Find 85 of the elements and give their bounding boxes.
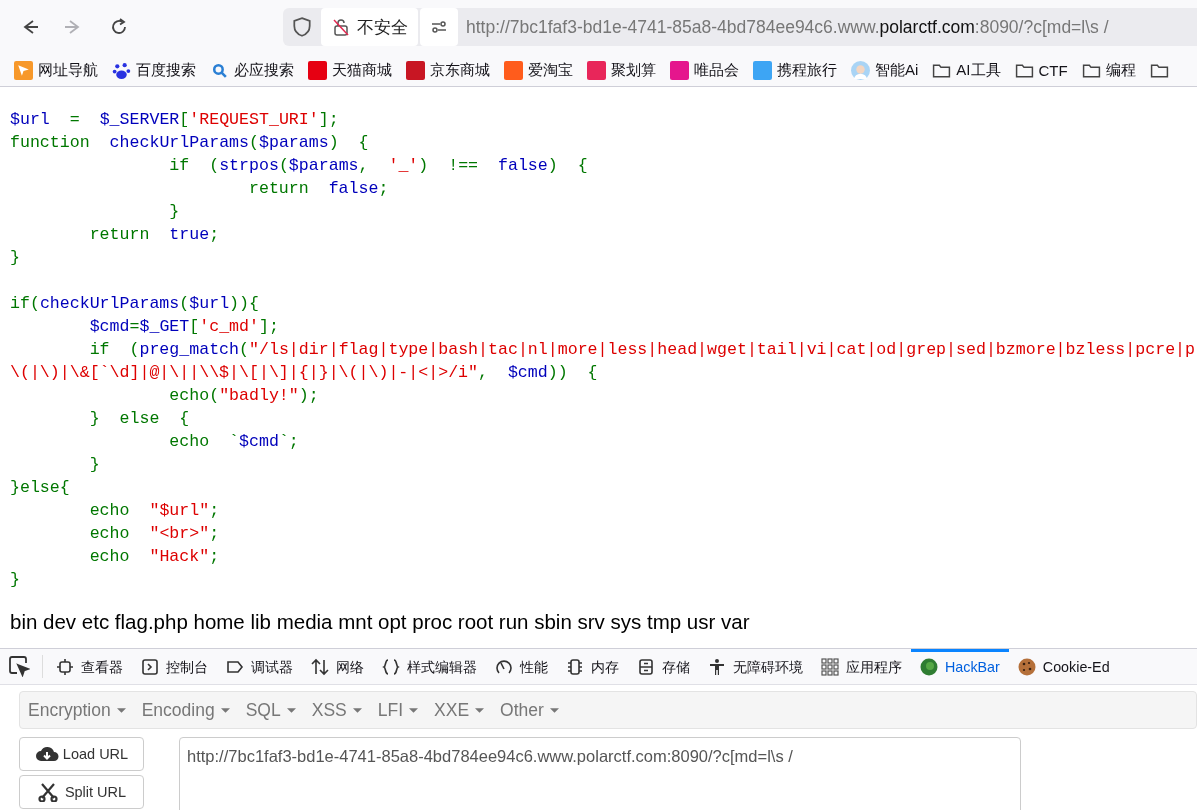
devtools-tab[interactable]: Cookie-Ed bbox=[1008, 649, 1119, 684]
shield-icon[interactable] bbox=[291, 16, 313, 38]
bookmark-item[interactable]: 爱淘宝 bbox=[504, 60, 573, 80]
devtools-tab[interactable]: 调试器 bbox=[217, 649, 302, 684]
code-line: if (strpos($params, '_') !== false) { bbox=[168, 155, 588, 177]
split-url-button[interactable]: Split URL bbox=[19, 775, 144, 809]
load-url-button[interactable]: Load URL bbox=[19, 737, 144, 771]
person-icon bbox=[708, 658, 726, 676]
caret-icon bbox=[286, 707, 296, 713]
chip-icon bbox=[566, 658, 584, 676]
tag-icon bbox=[226, 658, 244, 676]
arrows-icon bbox=[311, 658, 329, 676]
code-line: } bbox=[10, 569, 20, 591]
devtools-tab[interactable]: 内存 bbox=[557, 649, 628, 684]
cloud-download-icon bbox=[34, 744, 59, 764]
gauge-icon bbox=[495, 658, 513, 676]
code-line: echo "Hack"; bbox=[88, 546, 220, 568]
url-input-field[interactable]: http://7bc1faf3-bd1e-4741-85a8-4bd784ee94c6.www.polarctf.com:8090/?c[md=l\s / bbox=[179, 737, 1021, 810]
code-line: \(|\)|\&[`\d]|@|\||\\$|\[|\]|{|}|\(|\)|-|<|>/i", $cmd)) { bbox=[10, 362, 598, 384]
element-picker-icon[interactable] bbox=[8, 655, 30, 677]
caret-icon bbox=[220, 707, 230, 713]
hackbar-icon bbox=[920, 658, 938, 676]
code-line: return false; bbox=[248, 178, 389, 200]
scissors-icon bbox=[36, 782, 61, 802]
code-line: return true; bbox=[88, 224, 220, 246]
caret-icon bbox=[352, 707, 362, 713]
devtools-tab[interactable]: 控制台 bbox=[132, 649, 217, 684]
caret-icon bbox=[549, 707, 559, 713]
bookmark-item[interactable]: 编程 bbox=[1081, 60, 1136, 80]
code-line: if (preg_match("/ls|dir|flag|type|bash|tac|nl|more|less|head|wget|tail|vi|cat|od|grep|sed|bzmore|bzless|pcre|p bbox=[88, 339, 1195, 361]
grid-icon bbox=[821, 658, 839, 676]
code-line: }else{ bbox=[10, 477, 70, 499]
security-indicator[interactable]: 不安全 bbox=[321, 8, 418, 46]
bookmark-item[interactable]: 必应搜索 bbox=[210, 60, 294, 80]
cookie-icon bbox=[1017, 658, 1036, 676]
menu-dropdown[interactable]: Other bbox=[492, 699, 567, 721]
code-line: $cmd=$_GET['c_md']; bbox=[88, 316, 279, 338]
cabinet-icon bbox=[637, 658, 655, 676]
bookmark-item[interactable]: 智能Ai bbox=[851, 60, 919, 80]
devtools-tab[interactable]: 无障碍环境 bbox=[699, 649, 812, 684]
devtools-tab[interactable]: 应用程序 bbox=[812, 649, 911, 684]
menu-dropdown[interactable]: Encryption bbox=[20, 699, 134, 721]
code-line: echo `$cmd`; bbox=[168, 431, 299, 453]
bookmark-item[interactable]: 聚划算 bbox=[587, 60, 656, 80]
caret-icon bbox=[116, 707, 126, 713]
devtools-tab[interactable]: HackBar bbox=[911, 649, 1009, 684]
console-icon bbox=[141, 658, 159, 676]
code-line: if(checkUrlParams($url)){ bbox=[10, 293, 259, 315]
bookmark-item[interactable]: 天猫商城 bbox=[308, 60, 392, 80]
menu-dropdown[interactable]: LFI bbox=[369, 699, 427, 721]
code-line: } bbox=[10, 247, 20, 269]
code-line: echo "$url"; bbox=[88, 500, 220, 522]
reload-icon bbox=[109, 17, 129, 37]
devtools-tab[interactable]: 查看器 bbox=[47, 649, 132, 684]
broken-lock-icon bbox=[331, 17, 351, 37]
code-line: echo "<br>"; bbox=[88, 523, 220, 545]
bookmark-item[interactable]: 百度搜索 bbox=[112, 60, 196, 80]
bookmark-item[interactable]: 携程旅行 bbox=[753, 60, 837, 80]
inspector-icon bbox=[56, 658, 74, 676]
command-output: bin dev etc flag.php home lib media mnt opt proc root run sbin srv sys tmp usr var bbox=[10, 610, 750, 634]
caret-icon bbox=[409, 707, 419, 713]
bookmark-item[interactable]: 唯品会 bbox=[670, 60, 739, 80]
menu-dropdown[interactable]: Encoding bbox=[133, 699, 238, 721]
permissions-button[interactable] bbox=[420, 8, 458, 46]
code-line: echo("badly!"); bbox=[168, 385, 319, 407]
bookmark-item[interactable]: 网址导航 bbox=[14, 60, 98, 80]
url-text: http://7bc1faf3-bd1e-4741-85a8-4bd784ee94c6.www.polarctf.com:8090/?c[md=l\s / bbox=[466, 16, 1109, 38]
devtools-tab[interactable]: 存储 bbox=[628, 649, 699, 684]
caret-icon bbox=[475, 707, 485, 713]
bookmark-item[interactable]: CTF bbox=[1014, 60, 1068, 80]
devtools-tab[interactable]: 样式编辑器 bbox=[373, 649, 486, 684]
code-line: $url = $_SERVER['REQUEST_URI']; bbox=[10, 109, 339, 131]
menu-dropdown[interactable]: XSS bbox=[303, 699, 370, 721]
menu-dropdown[interactable]: XXE bbox=[426, 699, 493, 721]
address-bar[interactable]: 不安全 http://7bc1faf3-bd1e-4741-85a8-4bd784ee94c6.www.polarctf.com:8090/?c[md=l\s / bbox=[283, 8, 1197, 46]
braces-icon bbox=[382, 658, 400, 676]
devtools-tab[interactable]: 网络 bbox=[302, 649, 373, 684]
devtools-tab[interactable]: 性能 bbox=[486, 649, 557, 684]
code-line: } bbox=[88, 454, 100, 476]
bookmark-item[interactable]: AI工具 bbox=[932, 60, 1001, 80]
code-line: } bbox=[168, 201, 180, 223]
bookmark-item[interactable]: 京东商城 bbox=[406, 60, 490, 80]
menu-dropdown[interactable]: SQL bbox=[237, 699, 304, 721]
code-line: function checkUrlParams($params) { bbox=[10, 132, 369, 154]
code-line: } else { bbox=[88, 408, 190, 430]
